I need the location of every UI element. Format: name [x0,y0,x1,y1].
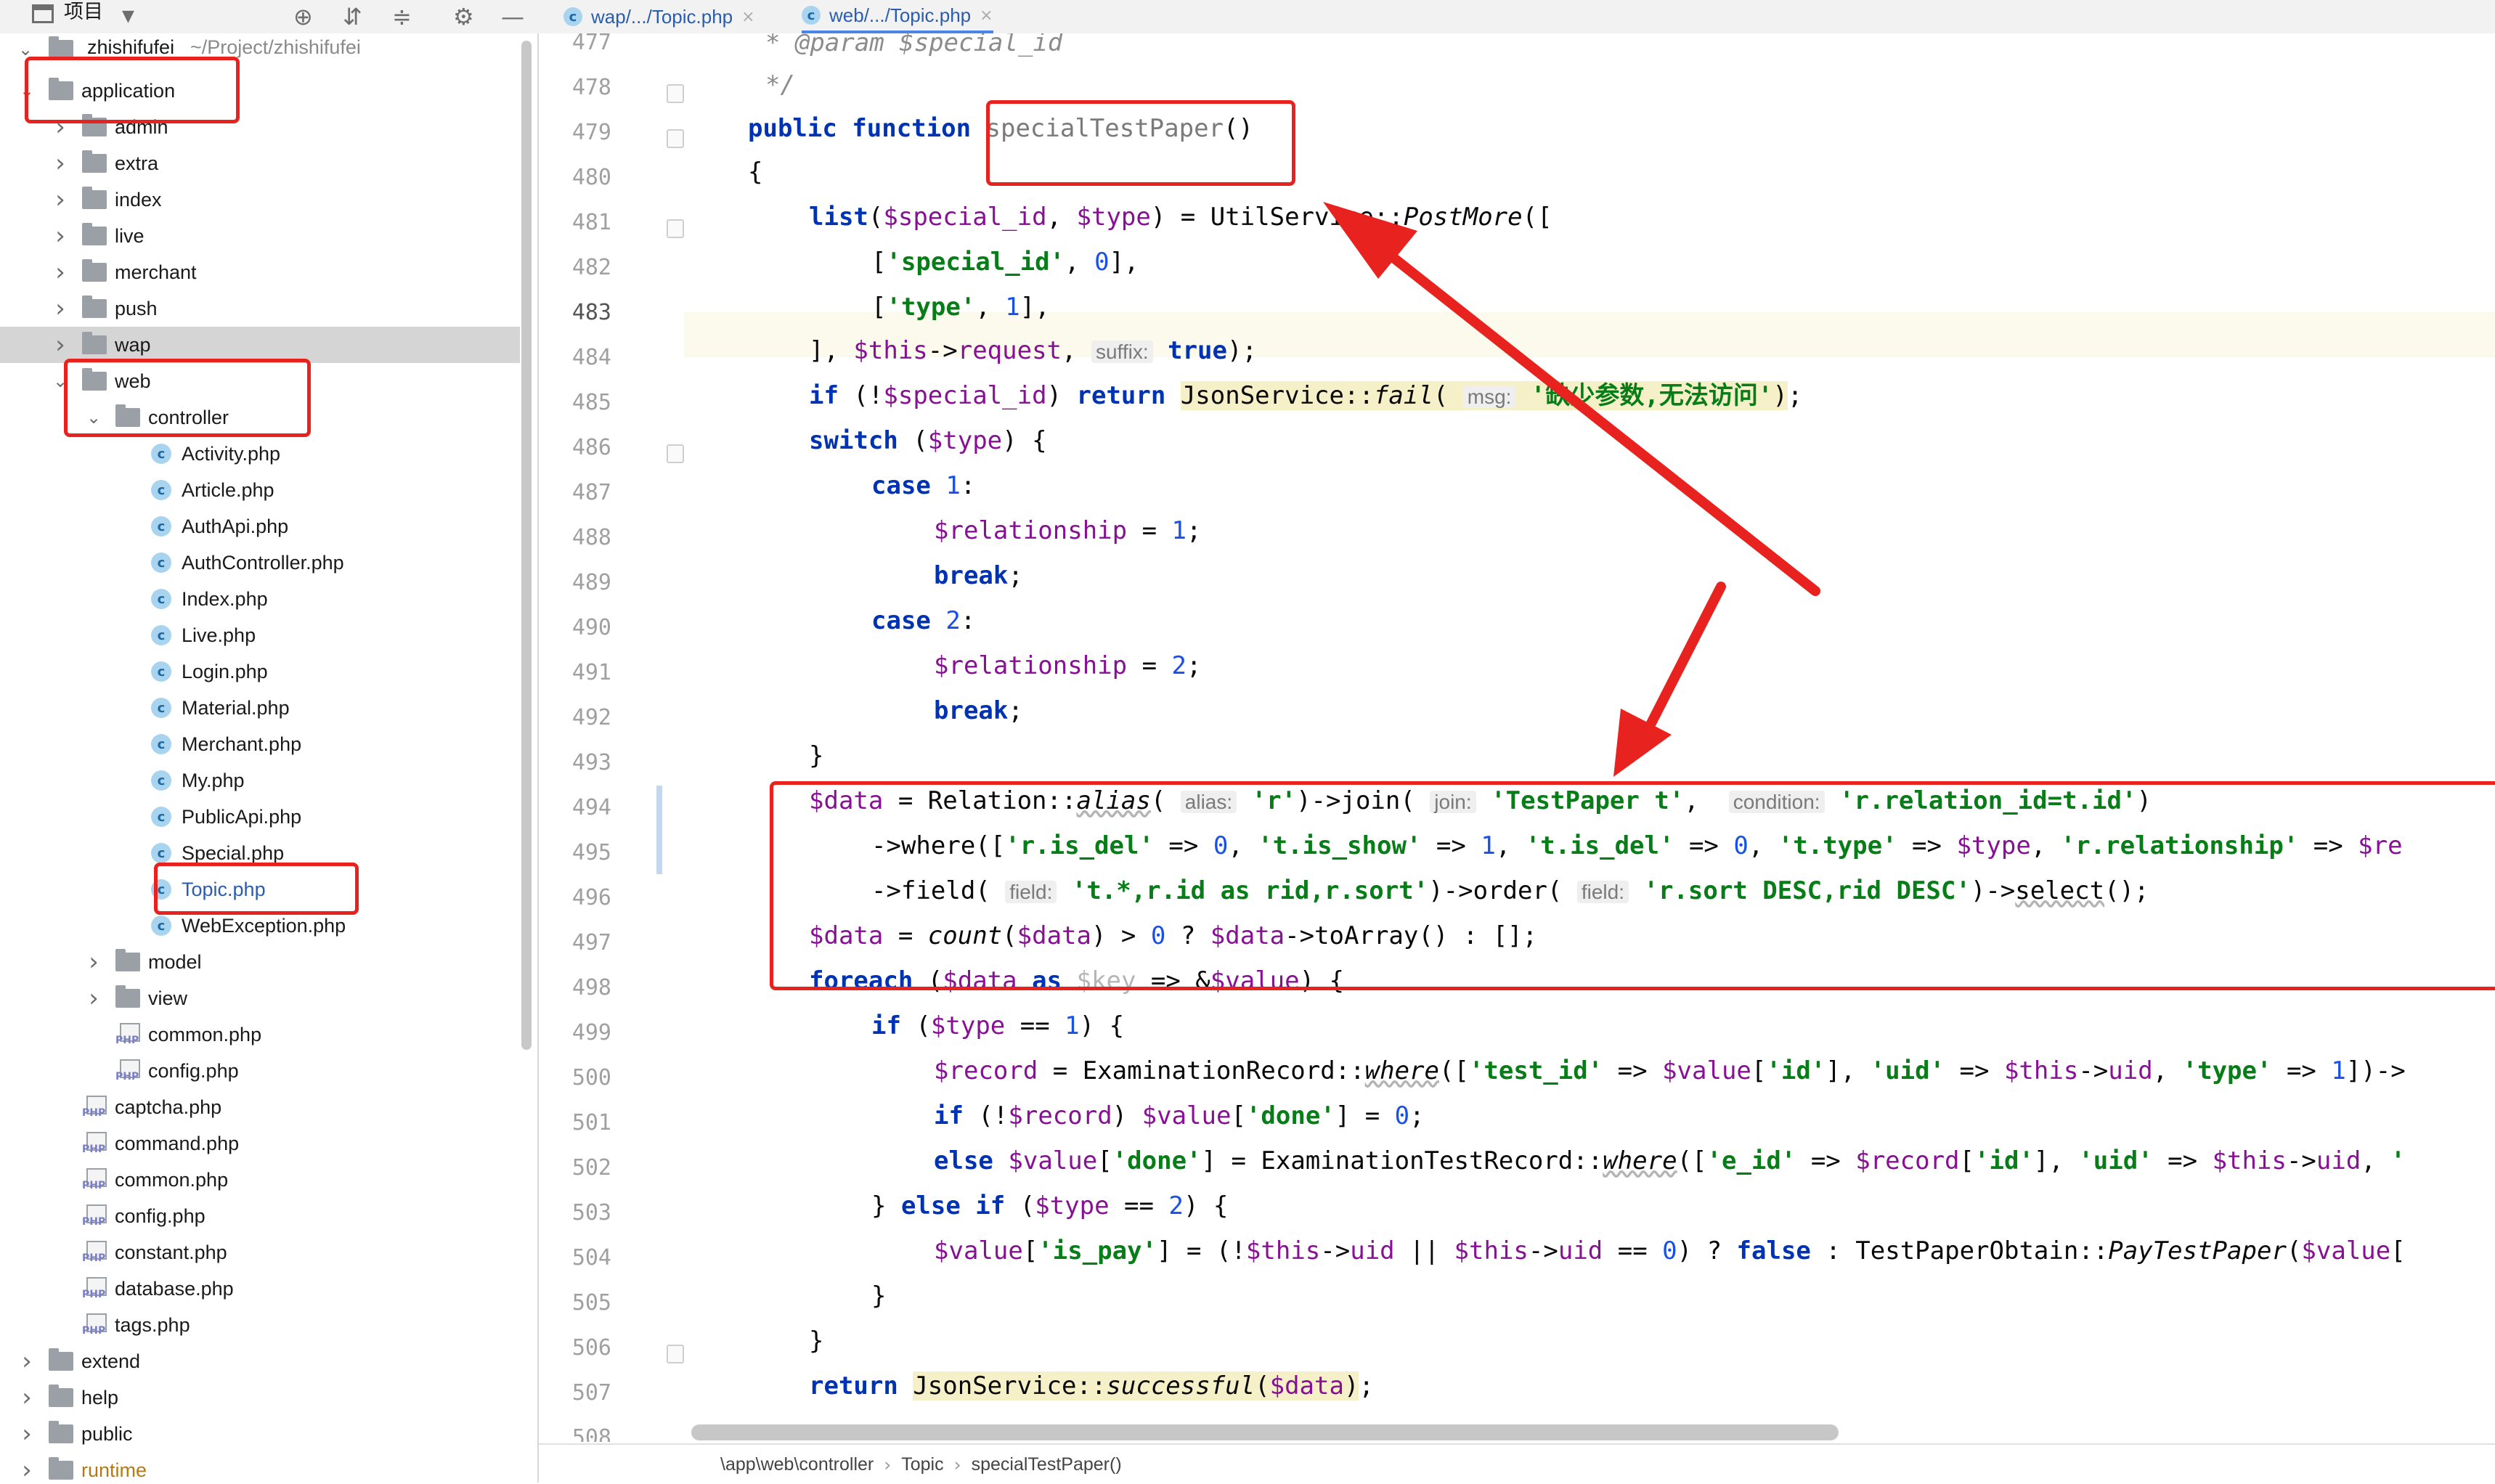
annotation-arrows [1323,202,1820,777]
annotation-arrowhead-down [1613,709,1672,777]
annotation-arrow-up [1375,242,1820,596]
annotation-arrow-down [1645,582,1726,731]
